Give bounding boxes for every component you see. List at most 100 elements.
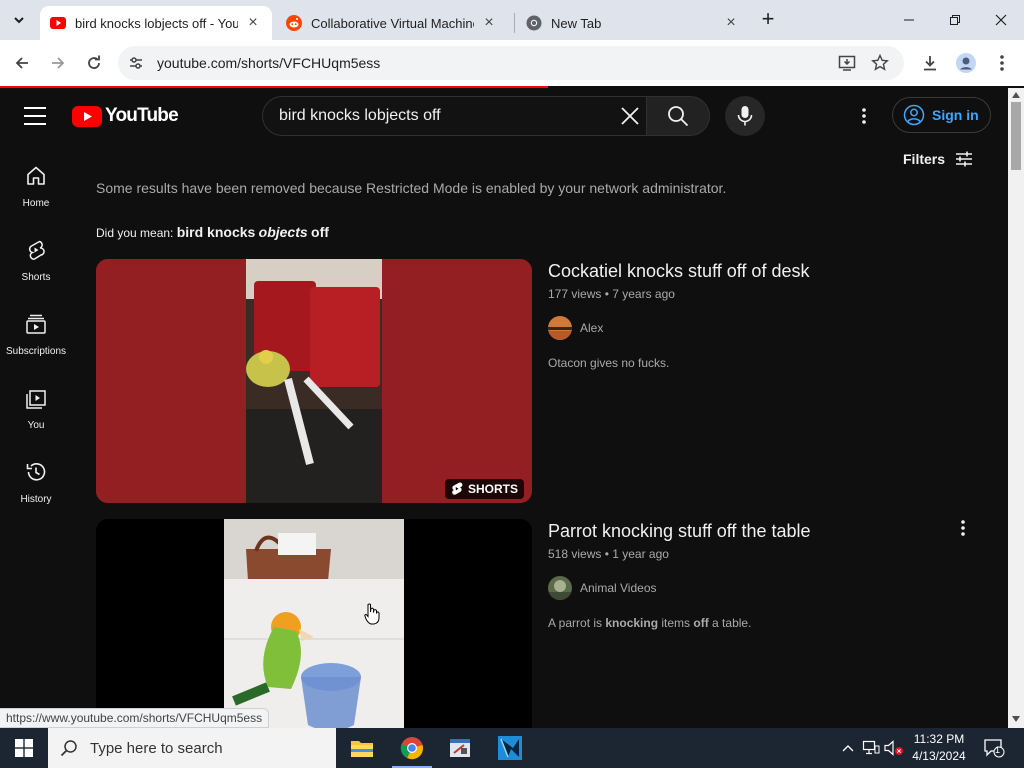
tab-youtube[interactable]: bird knocks lobjects off - YouTu × [40,6,272,40]
taskbar-search-box[interactable]: Type here to search [48,728,336,768]
channel-avatar[interactable] [548,576,572,600]
taskbar-file-explorer[interactable] [338,728,386,768]
forward-arrow-icon [52,57,65,69]
notification-count: 1 [995,745,1001,755]
show-hidden-icons-button[interactable] [838,738,858,758]
history-icon [26,463,46,481]
close-tab-button[interactable]: × [722,14,740,32]
scroll-down-arrow[interactable] [1012,716,1020,722]
new-tab-button[interactable]: + [756,8,780,32]
close-tab-button[interactable]: × [244,14,262,32]
taskbar-app-tool[interactable] [436,728,484,768]
voice-search-button[interactable] [725,96,765,136]
tab-search-button[interactable] [6,8,32,32]
account-circle-icon [903,104,925,126]
did-you-mean-prefix: Did you mean: [96,226,174,240]
logo-text: YouTube [105,105,179,126]
install-app-button[interactable] [836,52,858,74]
suggestion-part: off [311,224,329,240]
tab-reddit[interactable]: Collaborative Virtual Machines! × [276,6,508,40]
taskbar-clock[interactable]: 11:32 PM 4/13/2024 [904,731,974,765]
scroll-up-arrow[interactable] [1012,92,1020,98]
subscriptions-icon [26,314,46,334]
reload-icon [88,55,100,69]
description-text: A parrot is [548,616,606,630]
link-status-bubble: https://www.youtube.com/shorts/VFCHUqm5e… [0,708,270,728]
restore-button[interactable] [932,0,978,40]
cockatiel-thumbnail-image [96,259,532,503]
tab-separator [514,13,515,33]
video-action-menu-button[interactable] [951,516,975,540]
guide-item-subscriptions[interactable]: Subscriptions [0,312,72,382]
address-bar[interactable]: youtube.com/shorts/VFCHUqm5ess [118,46,904,80]
video-description: A parrot is knocking items off a table. [548,616,751,630]
sign-in-button[interactable]: Sign in [892,97,991,133]
chrome-menu-button[interactable] [988,49,1016,77]
search-query[interactable]: bird knocks lobjects off [279,107,441,125]
guide-menu-button[interactable] [22,104,48,128]
video-thumbnail[interactable] [96,519,532,728]
suggestion-corrected-word: objects [258,224,308,240]
guide-label: History [20,494,52,505]
did-you-mean-suggestion[interactable]: bird knocks objects off [176,224,329,240]
suggestion-part: bird knocks [176,224,256,240]
start-button[interactable] [0,728,48,768]
url-text[interactable]: youtube.com/shorts/VFCHUqm5ess [157,55,380,71]
network-tray-button[interactable] [861,738,881,758]
close-window-button[interactable] [978,0,1024,40]
video-description: Otacon gives no fucks. [548,356,670,370]
search-icon [60,740,77,757]
description-text: a table. [708,616,752,630]
guide-item-shorts[interactable]: Shorts [0,238,72,308]
clear-search-icon[interactable] [619,105,641,127]
action-center-button[interactable]: 1 [982,738,1006,758]
search-input[interactable]: bird knocks lobjects off [262,96,648,136]
filters-button[interactable]: Filters [903,150,973,168]
tab-title: New Tab [551,15,602,31]
channel-name[interactable]: Alex [580,321,603,335]
page-scrollbar[interactable] [1008,88,1024,728]
windows-logo-icon [15,739,33,757]
channel-link[interactable]: Alex [548,316,603,340]
back-button[interactable] [8,49,36,77]
video-thumbnail[interactable]: SHORTS [96,259,532,503]
download-icon [924,56,936,71]
video-title[interactable]: Cockatiel knocks stuff off of desk [548,261,809,282]
menu-line [24,123,46,125]
scrollbar-thumb[interactable] [1011,102,1021,170]
settings-more-button[interactable] [852,104,876,128]
channel-name[interactable]: Animal Videos [580,581,657,595]
bookmark-button[interactable] [869,52,891,74]
tab-new-tab[interactable]: New Tab × [516,6,750,40]
volume-tray-button[interactable] [884,738,904,758]
video-metadata: 177 views • 7 years ago [548,287,675,301]
channel-avatar[interactable] [548,316,572,340]
tune-icon [130,57,142,69]
upload-age: 7 years ago [612,287,675,301]
back-arrow-icon [15,57,28,69]
profile-button[interactable] [952,49,980,77]
taskbar-chrome[interactable] [388,728,436,768]
close-tab-button[interactable]: × [480,14,498,32]
taskbar-search-placeholder: Type here to search [90,739,223,757]
description-text: items [658,616,694,630]
view-count: 518 views [548,547,602,561]
downloads-button[interactable] [916,49,944,77]
search-button[interactable] [646,96,710,136]
taskbar-app-vm[interactable] [486,728,534,768]
guide-item-home[interactable]: Home [0,164,72,234]
app-logo-icon [498,736,522,760]
guide-item-you[interactable]: You [0,386,72,456]
video-title[interactable]: Parrot knocking stuff off the table [548,521,811,542]
home-icon [27,166,45,185]
notification-icon [984,739,1005,758]
filter-sliders-icon [956,151,973,167]
channel-link[interactable]: Animal Videos [548,576,657,600]
app-window-icon [450,739,470,757]
reload-button[interactable] [80,49,108,77]
site-info-button[interactable] [126,53,146,73]
guide-item-history[interactable]: History [0,460,72,530]
youtube-logo[interactable]: YouTube [72,105,179,127]
forward-button[interactable] [44,49,72,77]
minimize-button[interactable] [886,0,932,40]
